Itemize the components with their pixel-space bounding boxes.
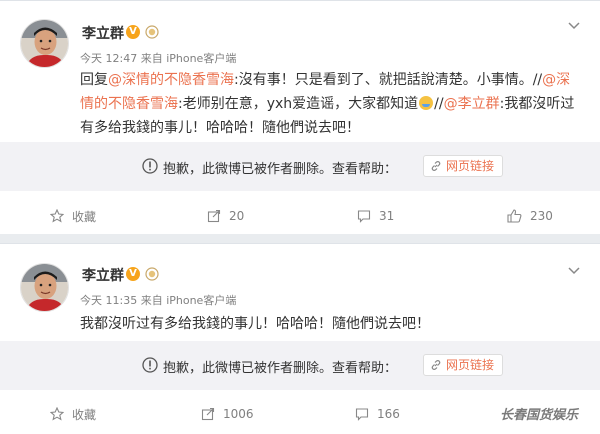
verified-badge-icon: V (126, 267, 140, 281)
post-separator (0, 234, 600, 243)
mention-link[interactable]: @李立群 (444, 96, 500, 112)
content-text: 我都沒听过有多给我錢的事儿！哈哈哈！隨他們说去吧！ (80, 316, 430, 332)
weibo-post-1: 李立群 V 今天 12:47 来自 iPhone客户端 回复@深情的不隐香雪海:… (0, 0, 600, 234)
repost-count: 20 (229, 209, 245, 223)
avatar[interactable] (20, 263, 69, 312)
post-content: 回复@深情的不隐香雪海:沒有事！只是看到了、就把話說清楚。小事情。//@深情的不… (80, 68, 580, 140)
comment-button[interactable]: 166 (355, 401, 400, 427)
deleted-repost-box: 抱歉，此微博已被作者删除。查看帮助： 网页链接 (0, 341, 600, 390)
username[interactable]: 李立群 (82, 265, 124, 285)
repost-count: 1006 (223, 407, 254, 421)
star-icon (50, 209, 64, 223)
comment-count: 31 (379, 209, 395, 223)
favorite-label: 收藏 (72, 407, 97, 422)
content-text: 回复 (80, 72, 108, 88)
repost-button[interactable]: 1006 (201, 401, 254, 427)
username[interactable]: 李立群 (82, 23, 124, 43)
web-link-button[interactable]: 网页链接 (423, 155, 504, 177)
chevron-down-icon[interactable] (568, 264, 580, 276)
action-bar: 收藏 20 31 230 (0, 203, 600, 229)
like-button[interactable]: 230 (507, 203, 553, 229)
web-link-label: 网页链接 (446, 358, 495, 372)
repost-button[interactable]: 20 (207, 203, 244, 229)
link-icon (431, 360, 441, 370)
favorite-label: 收藏 (72, 209, 97, 224)
medal-icon (145, 25, 159, 39)
post-meta: 今天 12:47 来自 iPhone客户端 (80, 52, 237, 65)
chevron-down-icon[interactable] (568, 19, 580, 31)
info-icon (142, 357, 158, 373)
comment-count: 166 (377, 407, 400, 421)
comment-icon (355, 408, 369, 421)
favorite-button[interactable]: 收藏 (50, 401, 96, 427)
link-icon (431, 161, 441, 171)
web-link-button[interactable]: 网页链接 (423, 354, 504, 376)
avatar[interactable] (20, 19, 69, 68)
like-count: 230 (530, 209, 553, 223)
emoji-icon (419, 96, 434, 110)
post-meta: 今天 11:35 来自 iPhone客户端 (80, 294, 237, 307)
medal-icon (145, 267, 159, 281)
verified-badge-icon: V (126, 25, 140, 39)
info-icon (142, 158, 158, 174)
watermark-text: 长春国货娱乐 (500, 408, 579, 423)
deleted-notice: 抱歉，此微博已被作者删除。查看帮助： (163, 162, 398, 177)
mention-link[interactable]: @深情的不隐香雪海 (108, 72, 234, 88)
watermark: 长春国货娱乐 (500, 404, 578, 423)
web-link-label: 网页链接 (446, 159, 495, 173)
repost-icon (207, 209, 221, 223)
content-text: :老师别在意，yxh爱造谣，大家都知道 (178, 96, 419, 112)
star-icon (50, 407, 64, 421)
deleted-repost-box: 抱歉，此微博已被作者删除。查看帮助： 网页链接 (0, 142, 600, 191)
comment-button[interactable]: 31 (357, 203, 394, 229)
post-content: 我都沒听过有多给我錢的事儿！哈哈哈！隨他們说去吧！ (80, 312, 580, 336)
thumbs-up-icon (507, 209, 522, 223)
favorite-button[interactable]: 收藏 (50, 203, 96, 229)
repost-icon (201, 407, 215, 421)
content-text: // (434, 96, 444, 112)
deleted-notice: 抱歉，此微博已被作者删除。查看帮助： (163, 361, 398, 376)
content-text: :沒有事！只是看到了、就把話說清楚。小事情。// (234, 72, 543, 88)
comment-icon (357, 210, 371, 223)
